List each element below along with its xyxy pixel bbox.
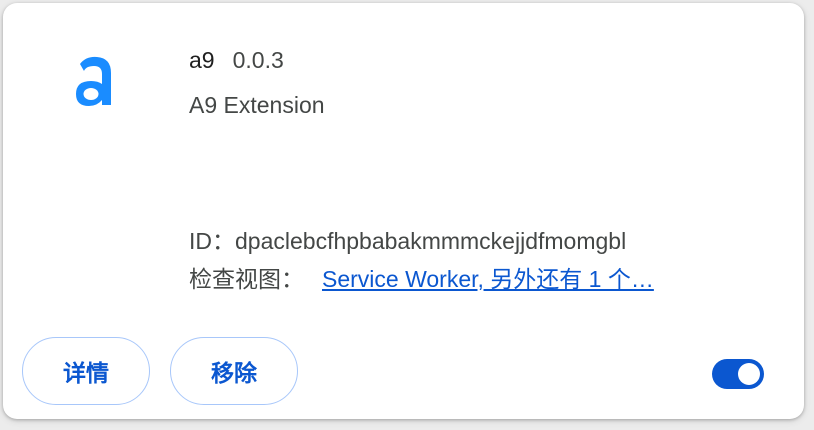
extension-version: 0.0.3 xyxy=(232,46,284,73)
details-button[interactable]: 详情 xyxy=(22,337,150,405)
enable-toggle[interactable] xyxy=(712,359,764,389)
extension-id-row: ID：dpaclebcfhpbabakmmmckejjdfmomgbl xyxy=(189,222,626,256)
a9-logo-icon xyxy=(76,56,111,106)
inspect-views-link[interactable]: Service Worker, 另外还有 1 个… xyxy=(322,266,654,292)
inspect-views-row: 检查视图： Service Worker, 另外还有 1 个… xyxy=(189,260,654,294)
remove-button[interactable]: 移除 xyxy=(170,337,298,405)
extension-name-row: a9 0.0.3 xyxy=(189,45,284,75)
extension-id-label: ID： xyxy=(189,228,235,254)
extension-card: a9 0.0.3 A9 Extension ID：dpaclebcfhpbaba… xyxy=(3,3,804,419)
extension-name: a9 xyxy=(189,46,215,73)
extension-id-value: dpaclebcfhpbabakmmmckejjdfmomgbl xyxy=(235,228,627,254)
extension-description: A9 Extension xyxy=(189,92,325,118)
inspect-views-label: 检查视图： xyxy=(189,266,304,292)
toggle-knob xyxy=(738,363,760,385)
